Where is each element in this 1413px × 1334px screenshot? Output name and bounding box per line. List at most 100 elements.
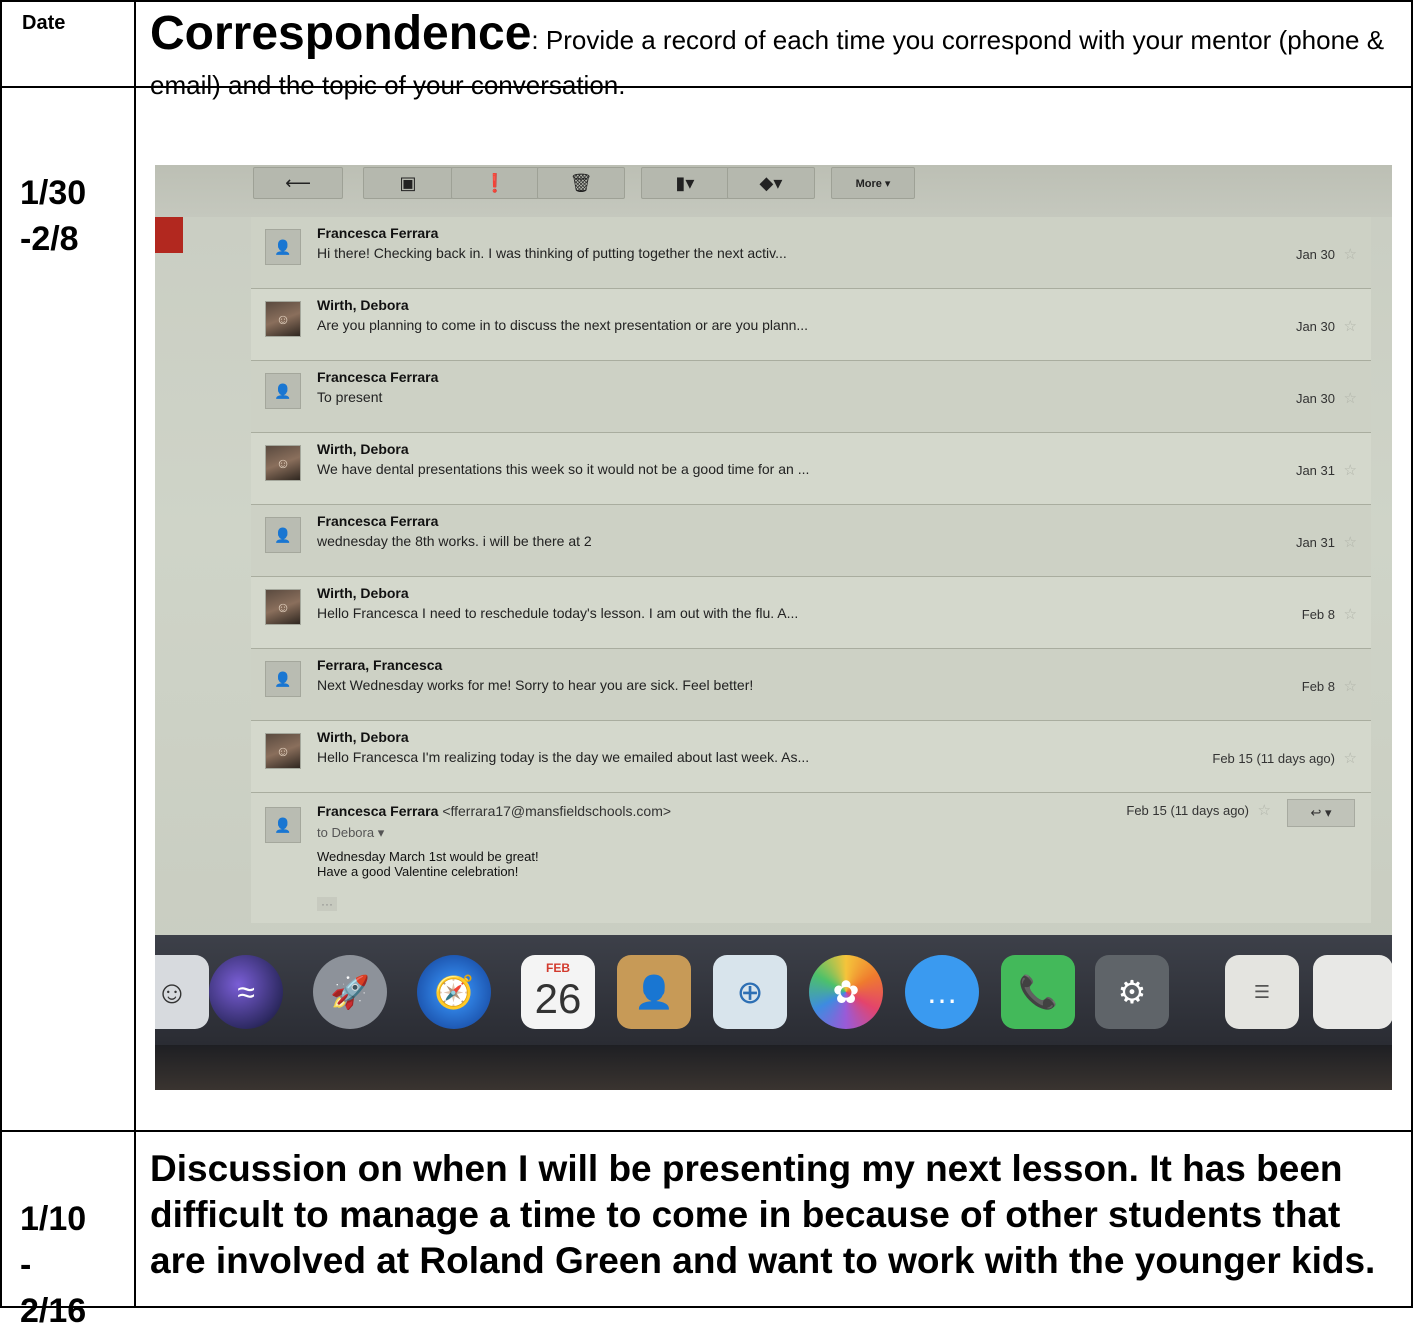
- photos-icon[interactable]: ✿: [809, 955, 883, 1029]
- message-snippet: We have dental presentations this week s…: [317, 461, 810, 477]
- contacts-icon[interactable]: 👤: [617, 955, 691, 1029]
- row1-date-start: 1/30: [20, 174, 87, 212]
- correspondence-header: Correspondence: Provide a record of each…: [150, 10, 1390, 110]
- default-avatar-icon: 👤: [265, 517, 301, 553]
- page-title: Correspondence: [150, 7, 532, 60]
- star-icon[interactable]: ☆: [1344, 605, 1357, 623]
- message-sender: Wirth, Debora: [317, 441, 409, 457]
- message-row[interactable]: ☺ Wirth, Debora Are you planning to come…: [251, 289, 1371, 361]
- default-avatar-icon: 👤: [265, 661, 301, 697]
- mac-dock: ☺ ≈ 🚀 🧭 FEB 26 👤 ⊕ ✿ … 📞 ⚙ ☰: [155, 935, 1392, 1045]
- table-border-middle: [0, 1130, 1413, 1132]
- siri-icon[interactable]: ≈: [209, 955, 283, 1029]
- back-button[interactable]: ⟵: [253, 167, 343, 199]
- reply-button[interactable]: ↩ ▾: [1287, 799, 1355, 827]
- star-icon[interactable]: ☆: [1344, 245, 1357, 263]
- message-row[interactable]: 👤 Francesca Ferrara wednesday the 8th wo…: [251, 505, 1371, 577]
- email-screenshot-photo: ⟵ ▣ ❗ 🗑 ▮▾ ◆▾ More ▾ 👤 Francesca Ferrara…: [155, 165, 1392, 1090]
- star-icon[interactable]: ☆: [1258, 801, 1271, 819]
- calendar-month: FEB: [546, 961, 570, 975]
- message-sender: Francesca Ferrara: [317, 513, 439, 529]
- more-button[interactable]: More ▾: [831, 167, 915, 199]
- star-icon[interactable]: ☆: [1344, 317, 1357, 335]
- show-trimmed-content-button[interactable]: ···: [317, 897, 337, 911]
- message-row[interactable]: ☺ Wirth, Debora Hello Francesca I need t…: [251, 577, 1371, 649]
- message-snippet: Hi there! Checking back in. I was thinki…: [317, 245, 787, 261]
- default-avatar-icon: 👤: [265, 229, 301, 265]
- delete-button[interactable]: 🗑: [537, 167, 625, 199]
- red-label-tag: [155, 217, 183, 253]
- email-toolbar: ⟵ ▣ ❗ 🗑 ▮▾ ◆▾ More ▾: [155, 165, 1392, 217]
- recipient-line[interactable]: to Debora ▾: [317, 825, 384, 841]
- desk-edge: [155, 1045, 1392, 1090]
- discussion-summary: Discussion on when I will be presenting …: [150, 1148, 1376, 1281]
- downloads-stack-icon[interactable]: [1313, 955, 1392, 1029]
- message-date: Jan 30: [1295, 319, 1335, 334]
- message-sender: Wirth, Debora: [317, 729, 409, 745]
- finder-icon[interactable]: ☺: [155, 955, 209, 1029]
- row2-date-end: 2/16: [20, 1292, 87, 1330]
- move-to-folder-button[interactable]: ▮▾: [641, 167, 729, 199]
- message-sender: Ferrara, Francesca: [317, 657, 443, 673]
- star-icon[interactable]: ☆: [1344, 677, 1357, 695]
- message-date: Jan 30: [1295, 247, 1335, 262]
- date-column-header: Date: [22, 12, 66, 34]
- document-stack-icon[interactable]: ☰: [1225, 955, 1299, 1029]
- message-row[interactable]: 👤 Francesca Ferrara To present Jan 30 ☆: [251, 361, 1371, 433]
- calendar-icon[interactable]: FEB 26: [521, 955, 595, 1029]
- row1-date: 1/30 -2/8: [20, 170, 86, 262]
- message-body-line: Have a good Valentine celebration!: [317, 864, 519, 879]
- star-icon[interactable]: ☆: [1344, 461, 1357, 479]
- profile-photo-avatar: ☺: [265, 445, 301, 481]
- message-snippet: wednesday the 8th works. i will be there…: [317, 533, 592, 549]
- launchpad-icon[interactable]: 🚀: [313, 955, 387, 1029]
- message-sender: Francesca Ferrara: [317, 369, 439, 385]
- message-date: Jan 31: [1295, 535, 1335, 550]
- reply-icon: ↩ ▾: [1310, 805, 1332, 820]
- row2-date-dash: -: [20, 1246, 32, 1284]
- row2-date-start: 1/10: [20, 1200, 87, 1238]
- message-row[interactable]: ☺ Wirth, Debora We have dental presentat…: [251, 433, 1371, 505]
- maps-icon[interactable]: ⊕: [713, 955, 787, 1029]
- safari-icon[interactable]: 🧭: [417, 955, 491, 1029]
- table-border-left: [0, 0, 2, 1308]
- open-message-sender: Francesca Ferrara <fferrara17@mansfields…: [317, 803, 671, 819]
- message-snippet: Are you planning to come in to discuss t…: [317, 317, 809, 333]
- email-thread: 👤 Francesca Ferrara Hi there! Checking b…: [251, 217, 1371, 923]
- default-avatar-icon: 👤: [265, 373, 301, 409]
- star-icon[interactable]: ☆: [1344, 389, 1357, 407]
- messages-icon[interactable]: …: [905, 955, 979, 1029]
- archive-button[interactable]: ▣: [363, 167, 453, 199]
- spam-button[interactable]: ❗: [451, 167, 539, 199]
- message-snippet: Hello Francesca I'm realizing today is t…: [317, 749, 810, 765]
- facetime-icon[interactable]: 📞: [1001, 955, 1075, 1029]
- profile-photo-avatar: ☺: [265, 733, 301, 769]
- message-row[interactable]: ☺ Wirth, Debora Hello Francesca I'm real…: [251, 721, 1371, 793]
- open-message-date: Feb 15 (11 days ago): [1126, 803, 1249, 818]
- open-message-sender-name: Francesca Ferrara: [317, 803, 439, 819]
- row1-date-end: -2/8: [20, 220, 79, 258]
- message-date: Jan 30: [1295, 391, 1335, 406]
- star-icon[interactable]: ☆: [1344, 533, 1357, 551]
- message-snippet: To present: [317, 389, 383, 405]
- message-sender: Wirth, Debora: [317, 585, 409, 601]
- message-sender: Wirth, Debora: [317, 297, 409, 313]
- message-date: Feb 8: [1301, 679, 1335, 694]
- open-message: 👤 Francesca Ferrara <fferrara17@mansfiel…: [251, 793, 1371, 923]
- message-date: Feb 8: [1301, 607, 1335, 622]
- system-preferences-icon[interactable]: ⚙: [1095, 955, 1169, 1029]
- default-avatar-icon: 👤: [265, 807, 301, 843]
- message-date: Jan 31: [1295, 463, 1335, 478]
- message-sender: Francesca Ferrara: [317, 225, 439, 241]
- message-date: Feb 15 (11 days ago): [1212, 751, 1335, 766]
- table-border-top: [0, 0, 1413, 2]
- message-row[interactable]: 👤 Francesca Ferrara Hi there! Checking b…: [251, 217, 1371, 289]
- star-icon[interactable]: ☆: [1344, 749, 1357, 767]
- labels-button[interactable]: ◆▾: [727, 167, 815, 199]
- message-body: Wednesday March 1st would be great! Have…: [317, 849, 539, 879]
- message-row[interactable]: 👤 Ferrara, Francesca Next Wednesday work…: [251, 649, 1371, 721]
- message-body-line: Wednesday March 1st would be great!: [317, 849, 539, 864]
- message-snippet: Hello Francesca I need to reschedule tod…: [317, 605, 799, 621]
- open-message-sender-email: <fferrara17@mansfieldschools.com>: [442, 803, 672, 819]
- row2-date: 1/10 - 2/16: [20, 1146, 86, 1334]
